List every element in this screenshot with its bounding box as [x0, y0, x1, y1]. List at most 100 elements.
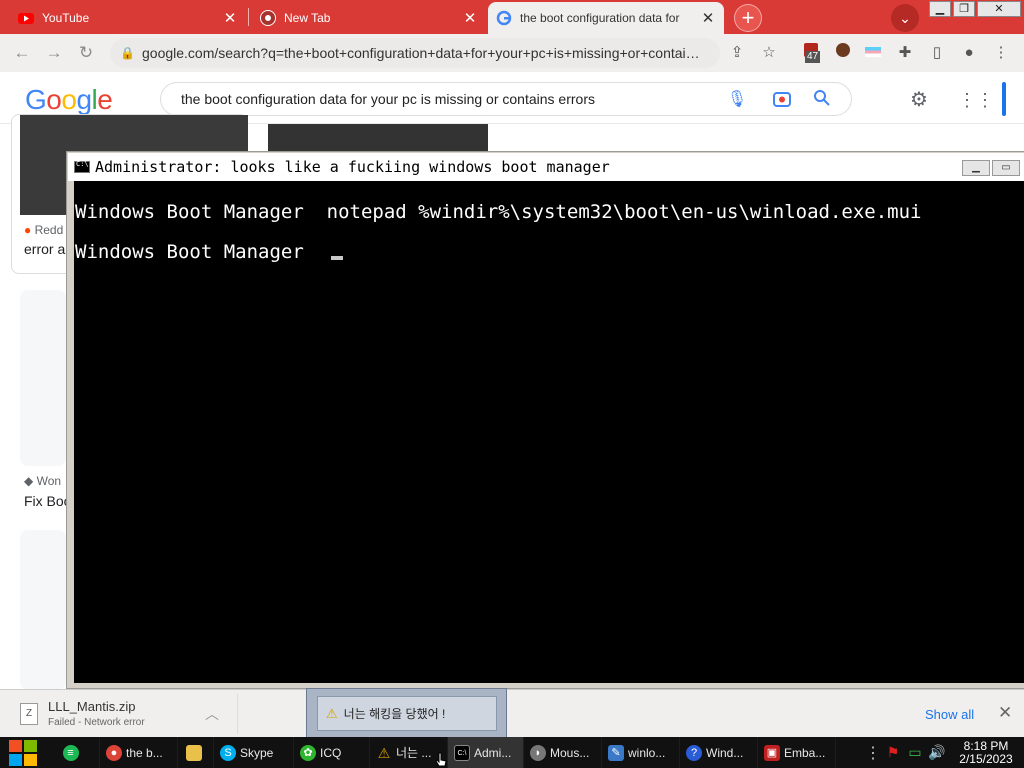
tray-overflow-icon[interactable]: ⋮: [864, 743, 882, 763]
settings-gear-icon[interactable]: ⚙: [908, 89, 930, 111]
new-tab-button[interactable]: +: [734, 4, 762, 32]
taskbar-item-skype[interactable]: S Skype: [214, 737, 294, 768]
youtube-icon: [18, 13, 34, 24]
show-all-link[interactable]: Show all: [925, 707, 974, 722]
result-source: ● Redd: [24, 223, 64, 237]
reload-button[interactable]: ↻: [74, 42, 98, 64]
puzzle-icon[interactable]: ✚: [894, 42, 916, 64]
tab-title: New Tab: [284, 11, 331, 25]
clock-time: 8:18 PM: [963, 738, 1009, 753]
taskbar-label: winlo...: [628, 745, 666, 760]
taskbar-item-app[interactable]: ▣ Emba...: [758, 737, 836, 768]
chevron-up-icon[interactable]: ︿: [205, 704, 219, 724]
apps-grid-icon[interactable]: ⋮⋮: [958, 89, 994, 111]
cmd-icon: [74, 160, 90, 173]
tab-google-search[interactable]: the boot configuration data for ✕: [488, 2, 724, 34]
close-window-button[interactable]: ✕: [977, 1, 1021, 17]
google-search-input[interactable]: the boot configuration data for your pc …: [160, 82, 852, 116]
address-url: google.com/search?q=the+boot+configurati…: [142, 45, 700, 61]
browser-toolbar: ← → ↻ 🔒 google.com/search?q=the+boot+con…: [0, 34, 1024, 72]
cmd-icon: C:\: [454, 744, 470, 761]
tab-new-tab[interactable]: New Tab ✕: [252, 2, 486, 34]
notepad-icon: ✎: [608, 744, 624, 761]
volume-icon[interactable]: 🔊: [926, 744, 948, 761]
warning-icon: ⚠: [326, 705, 338, 721]
network-icon[interactable]: ▭: [904, 744, 926, 761]
lens-icon[interactable]: [771, 89, 793, 111]
icq-icon: ✿: [300, 744, 316, 761]
forward-button[interactable]: →: [42, 42, 66, 64]
console-line: Windows Boot Manager notepad %windir%\sy…: [75, 201, 922, 223]
lock-icon: 🔒: [120, 46, 135, 60]
address-bar[interactable]: 🔒 google.com/search?q=the+boot+configura…: [110, 38, 720, 68]
minimize-button[interactable]: ▁: [929, 1, 951, 17]
logo-letter: G: [25, 84, 47, 115]
arrow-right-icon: →: [45, 43, 63, 62]
logo-letter: o: [46, 84, 62, 115]
skype-icon: S: [220, 744, 236, 761]
mouse-icon: ◗: [530, 744, 546, 761]
chrome-icon: [260, 10, 276, 26]
taskbar-item-notepad[interactable]: ✎ winlo...: [602, 737, 680, 768]
taskbar-label: Mous...: [550, 745, 590, 760]
restore-button[interactable]: ❐: [953, 1, 975, 17]
tab-separator: [248, 8, 249, 26]
close-icon[interactable]: ✕: [998, 703, 1012, 723]
taskbar-item-explorer[interactable]: [178, 737, 214, 768]
tab-search-button[interactable]: ⌄: [891, 4, 919, 32]
google-logo[interactable]: Google: [25, 84, 113, 116]
extension-badge: 47: [805, 51, 821, 63]
close-icon[interactable]: ✕: [462, 9, 478, 27]
help-icon: ?: [686, 744, 702, 761]
bookmark-star-icon[interactable]: ☆: [758, 42, 780, 64]
profile-icon[interactable]: ●: [958, 42, 980, 64]
divider: [237, 694, 238, 734]
taskbar-item-icq[interactable]: ✿ ICQ: [294, 737, 370, 768]
tab-strip: YouTube ✕ New Tab ✕ the boot configurati…: [0, 0, 1024, 34]
search-icon[interactable]: [811, 89, 833, 111]
taskbar-item-spotify[interactable]: ≡: [46, 737, 100, 768]
avatar-extension-icon[interactable]: [832, 42, 854, 64]
cmd-title: Administrator: looks like a fuckiing win…: [95, 158, 610, 176]
back-button[interactable]: ←: [10, 42, 34, 64]
menu-kebab-icon[interactable]: ⋮: [990, 42, 1012, 64]
command-prompt-window[interactable]: Administrator: looks like a fuckiing win…: [66, 151, 1024, 689]
logo-letter: g: [76, 84, 92, 115]
tab-youtube[interactable]: YouTube ✕: [10, 2, 246, 34]
warning-icon: ⚠: [377, 744, 391, 761]
start-button[interactable]: [0, 737, 46, 768]
share-icon[interactable]: ⇪: [726, 42, 748, 64]
download-shelf: Z LLL_Mantis.zip Failed - Network error …: [0, 689, 1024, 737]
result-thumbnail: [268, 124, 488, 151]
taskbar-item-mouse[interactable]: ◗ Mous...: [524, 737, 602, 768]
microphone-icon[interactable]: 🎙: [726, 89, 748, 111]
download-filename[interactable]: LLL_Mantis.zip: [48, 699, 135, 714]
chevron-down-icon: ⌄: [899, 10, 911, 26]
flag-icon[interactable]: ⚑: [882, 744, 904, 761]
taskbar-item-cmd[interactable]: C:\ Admi...: [448, 737, 524, 768]
flag-extension-icon[interactable]: [862, 42, 884, 64]
result-title: Fix Boo: [24, 493, 72, 509]
cmd-maximize-button[interactable]: ▭: [992, 160, 1020, 176]
spotify-icon: ≡: [62, 744, 79, 761]
sign-in-button-edge[interactable]: [1002, 82, 1006, 116]
notification-popup[interactable]: ⚠ 너는 해킹을 당했어 !: [306, 688, 507, 739]
result-title: error a: [24, 241, 66, 257]
close-icon[interactable]: ✕: [700, 9, 716, 27]
download-status: Failed - Network error: [48, 717, 145, 728]
taskbar-label: Emba...: [784, 745, 826, 760]
console-line-text: Windows Boot Manager: [75, 241, 327, 263]
result-placeholder: [20, 290, 66, 466]
cmd-minimize-button[interactable]: ▁: [962, 160, 990, 176]
reload-icon: ↻: [78, 43, 94, 62]
camera-icon: [773, 92, 791, 107]
taskbar-label: 너는 ...: [396, 746, 432, 760]
close-icon[interactable]: ✕: [222, 9, 238, 27]
popup-message-box[interactable]: ⚠ 너는 해킹을 당했어 !: [317, 696, 497, 731]
taskbar-item-help[interactable]: ? Wind...: [680, 737, 758, 768]
clock[interactable]: 8:18 PM 2/15/2023: [948, 738, 1024, 766]
cmd-title-bar[interactable]: Administrator: looks like a fuckiing win…: [68, 153, 1024, 181]
taskbar-item-chrome[interactable]: ● the b...: [100, 737, 178, 768]
cmd-console[interactable]: Windows Boot Manager notepad %windir%\sy…: [74, 181, 1024, 683]
side-panel-icon[interactable]: ▯: [926, 42, 948, 64]
